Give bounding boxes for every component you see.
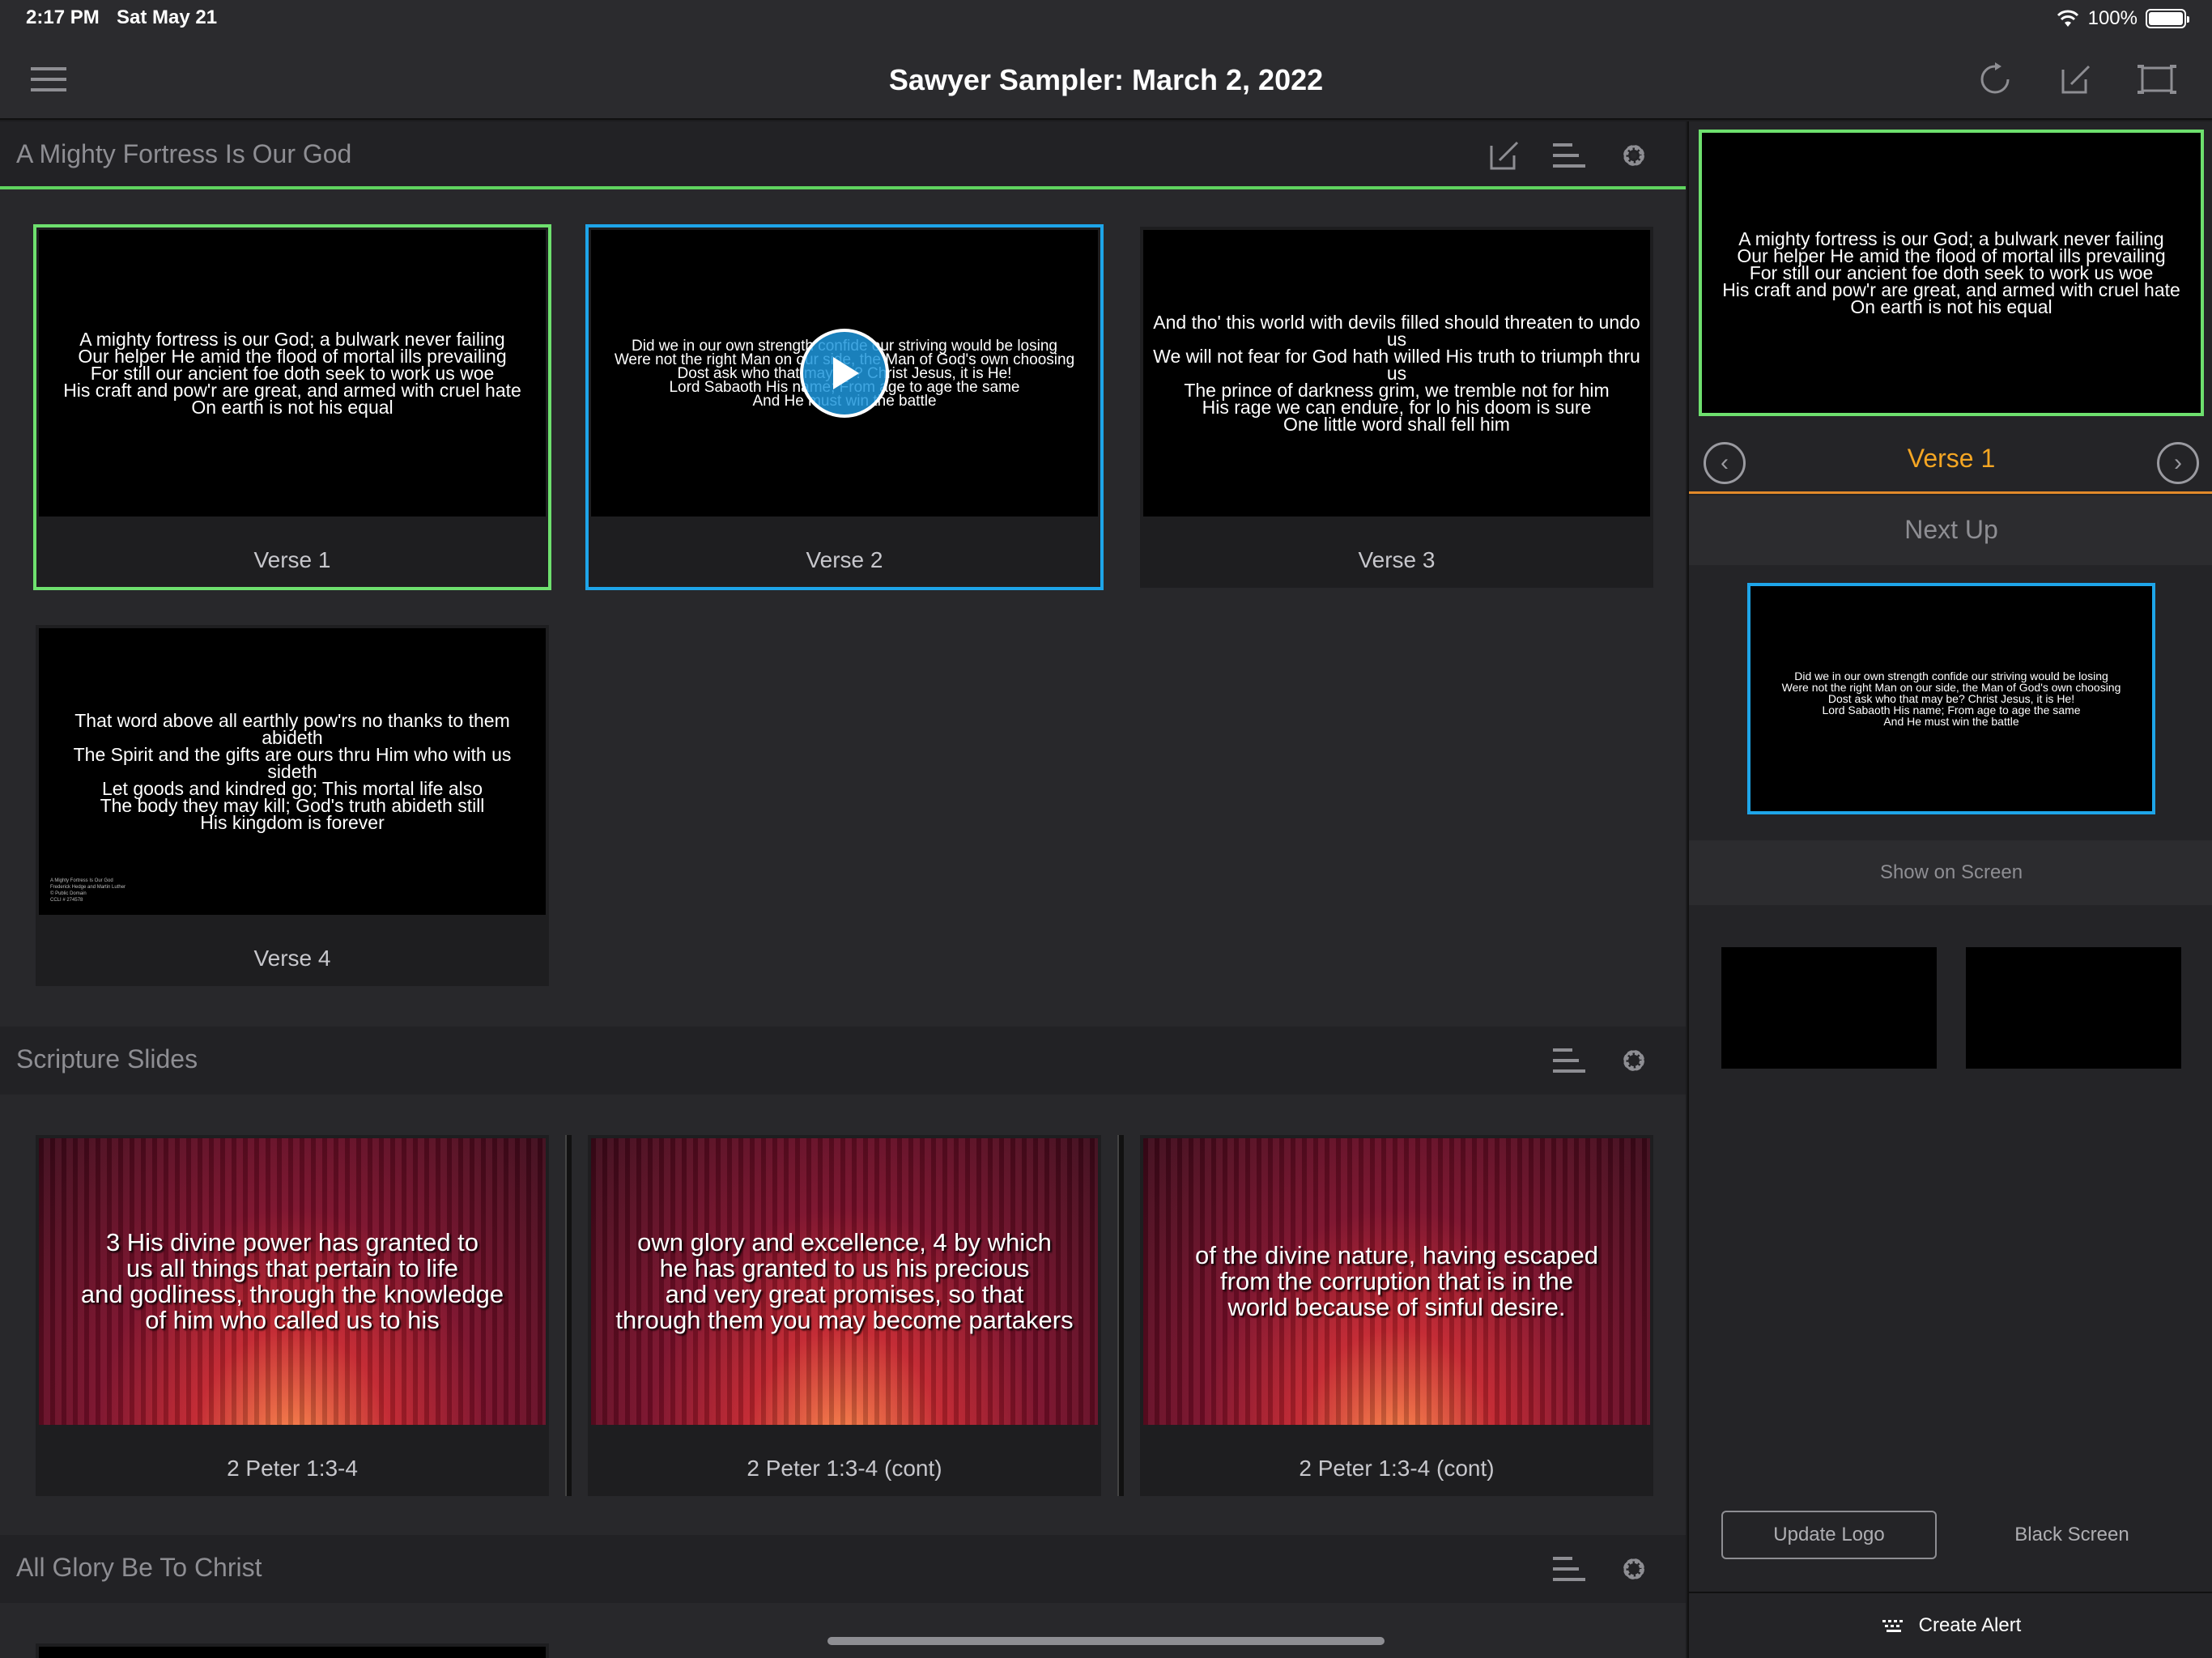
slide-label: 2 Peter 1:3-4 (cont) (1299, 1456, 1495, 1481)
status-time: 2:17 PM (26, 6, 100, 28)
gear-icon[interactable] (1614, 1041, 1653, 1080)
output-panel: A mighty fortress is our God; a bulwark … (1687, 121, 2212, 1658)
status-right: 100% (2056, 5, 2189, 32)
edit-icon[interactable] (2053, 57, 2099, 102)
slide-label: Verse 3 (1358, 547, 1436, 572)
section-title: A Mighty Fortress Is Our God (16, 139, 352, 168)
screen-thumbnail-1[interactable] (1721, 947, 1937, 1069)
battery-icon (2146, 9, 2189, 28)
create-alert-button[interactable]: Create Alert (1689, 1592, 2212, 1658)
create-alert-label: Create Alert (1918, 1614, 2022, 1636)
refresh-icon[interactable] (1972, 57, 2018, 102)
slide-lyrics: A mighty fortress is our God; a bulwark … (63, 328, 521, 418)
status-bar: 2:17 PM Sat May 21 100% (0, 0, 2212, 39)
slide-verse-2[interactable]: Did we in our own strength confide our s… (585, 224, 1104, 590)
live-preview-text: A mighty fortress is our God; a bulwark … (1722, 227, 2180, 317)
arrange-icon[interactable] (1550, 1041, 1589, 1080)
screen-thumbnail-2[interactable] (1966, 947, 2181, 1069)
nav-bar: Sawyer Sampler: March 2, 2022 (0, 39, 2212, 120)
section-header-all-glory[interactable]: All Glory Be To Christ (0, 1535, 1686, 1603)
slide-label: 2 Peter 1:3-4 (227, 1456, 358, 1481)
slide-image: That word above all earthly pow'rs no th… (39, 628, 546, 915)
slide-credit: A Mighty Fortress Is Our God Frederick H… (50, 878, 126, 903)
slide-image: A mighty fortress is our God; a bulwark … (39, 230, 546, 517)
section-tools (1485, 136, 1653, 175)
current-slide-label: Verse 1 (1907, 444, 1996, 473)
slide-link-bar (1117, 1135, 1124, 1496)
keyboard-icon (1882, 1620, 1903, 1632)
section-header-mighty-fortress[interactable]: A Mighty Fortress Is Our God (0, 121, 1686, 189)
arrange-icon[interactable] (1550, 136, 1589, 175)
section-header-scripture[interactable]: Scripture Slides (0, 1027, 1686, 1095)
slide-label: Verse 4 (253, 946, 331, 971)
chevron-right-icon: › (2174, 449, 2182, 476)
play-icon[interactable] (800, 329, 889, 418)
slide-image: of the divine nature, having escaped fro… (1143, 1138, 1650, 1425)
slide-verse-4[interactable]: That word above all earthly pow'rs no th… (36, 625, 549, 986)
slide-all-glory-1[interactable] (36, 1643, 549, 1658)
slide-image: 3 His divine power has granted to us all… (39, 1138, 546, 1425)
slide-scripture-1[interactable]: 3 His divine power has granted to us all… (36, 1135, 549, 1496)
next-slide-button[interactable]: › (2157, 442, 2199, 484)
slide-image: And tho' this world with devils filled s… (1143, 230, 1650, 517)
battery-percent: 100% (2087, 7, 2138, 29)
show-on-screen-header: Show on Screen (1689, 840, 2212, 905)
next-preview-text: Did we in our own strength confide our s… (1781, 670, 2121, 728)
status-date: Sat May 21 (117, 6, 218, 28)
slide-image (39, 1647, 546, 1658)
live-preview[interactable]: A mighty fortress is our God; a bulwark … (1699, 130, 2204, 416)
slide-link-bar (565, 1135, 572, 1496)
slide-scripture-text: own glory and excellence, 4 by which he … (615, 1228, 1074, 1334)
gear-icon[interactable] (1614, 136, 1653, 175)
section-title: Scripture Slides (16, 1044, 198, 1073)
slide-lyrics: That word above all earthly pow'rs no th… (73, 709, 512, 833)
section-tools (1550, 1041, 1653, 1080)
next-preview[interactable]: Did we in our own strength confide our s… (1747, 583, 2155, 814)
section-tools (1550, 1550, 1653, 1588)
battery-fill (2149, 12, 2183, 25)
slide-label: Verse 1 (253, 547, 331, 572)
service-list[interactable]: A Mighty Fortress Is Our God A mighty fo… (0, 121, 1686, 1658)
show-on-screen-label: Show on Screen (1879, 861, 2023, 883)
slide-scripture-3[interactable]: of the divine nature, having escaped fro… (1140, 1135, 1653, 1496)
verse-navigator: ‹ Verse 1 › (1689, 427, 2212, 494)
black-screen-button[interactable]: Black Screen (1964, 1511, 2180, 1559)
arrange-icon[interactable] (1550, 1550, 1589, 1588)
section-title: All Glory Be To Christ (16, 1553, 262, 1582)
page-title: Sawyer Sampler: March 2, 2022 (888, 63, 1324, 96)
slide-scripture-text: 3 His divine power has granted to us all… (80, 1228, 504, 1334)
slide-scripture-text: of the divine nature, having escaped fro… (1194, 1241, 1599, 1321)
wifi-icon (2057, 10, 2078, 27)
edit-icon[interactable] (1485, 136, 1524, 175)
screen-icon[interactable] (2134, 57, 2180, 102)
slide-verse-3[interactable]: And tho' this world with devils filled s… (1140, 227, 1653, 588)
slide-scripture-2[interactable]: own glory and excellence, 4 by which he … (588, 1135, 1101, 1496)
next-up-header: Next Up (1689, 495, 2212, 565)
slide-verse-1[interactable]: A mighty fortress is our God; a bulwark … (33, 224, 551, 590)
next-up-title: Next Up (1904, 515, 1998, 544)
gear-icon[interactable] (1614, 1550, 1653, 1588)
slide-image: Did we in our own strength confide our s… (591, 230, 1098, 517)
update-logo-button[interactable]: Update Logo (1721, 1511, 1937, 1559)
slide-label: 2 Peter 1:3-4 (cont) (747, 1456, 942, 1481)
home-indicator[interactable] (827, 1637, 1385, 1645)
slide-lyrics: And tho' this world with devils filled s… (1153, 311, 1640, 435)
slide-image: own glory and excellence, 4 by which he … (591, 1138, 1098, 1425)
slide-label: Verse 2 (806, 547, 883, 572)
